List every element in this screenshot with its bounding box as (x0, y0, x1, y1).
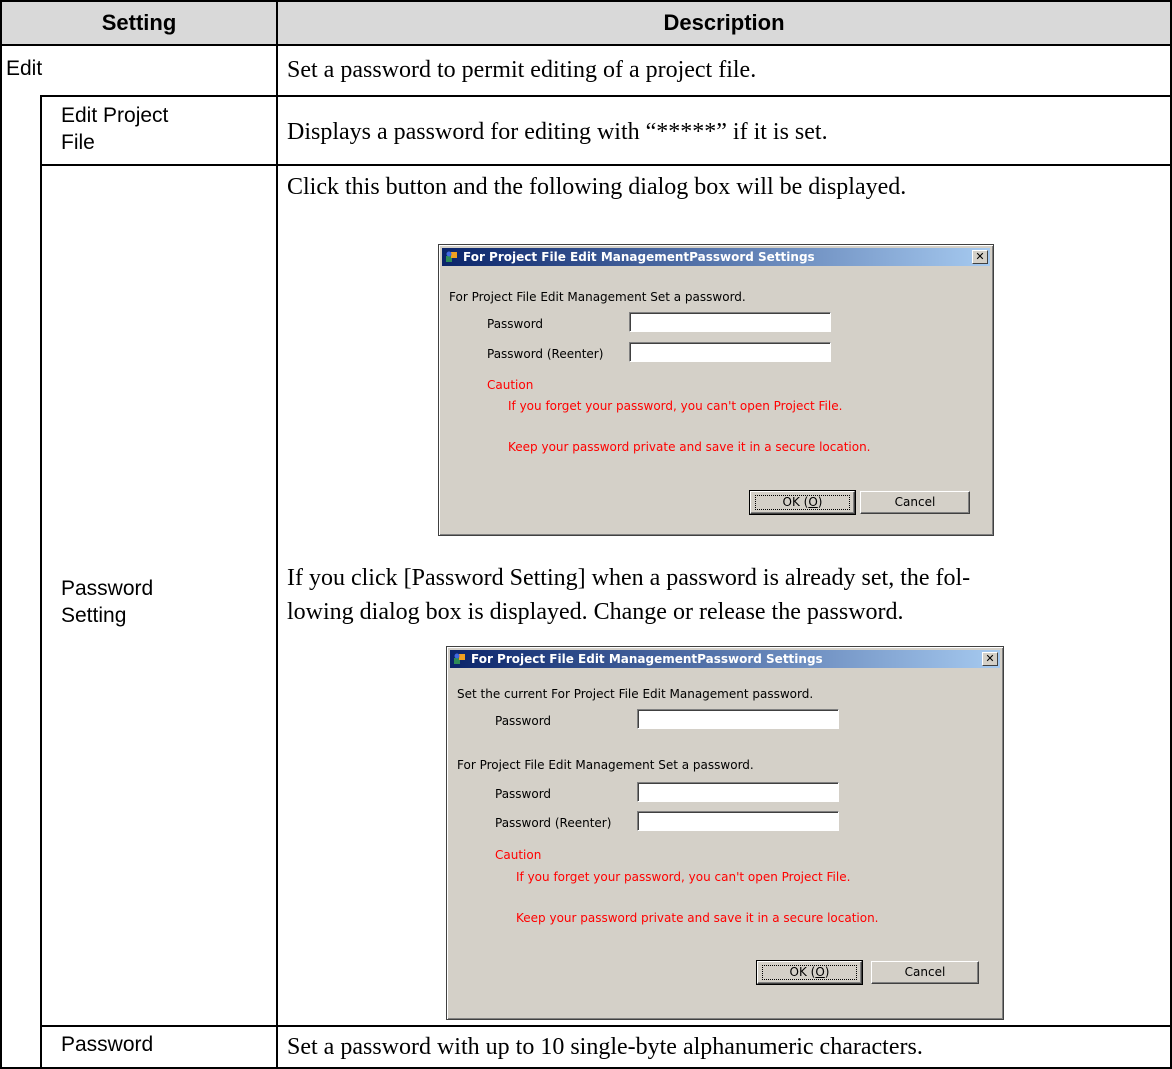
header-description: Description (663, 10, 785, 35)
focus-rectangle (762, 965, 857, 980)
table-border-left (0, 0, 2, 1069)
caution-label: Caution (487, 378, 534, 392)
dialog-title: For Project File Edit ManagementPassword… (463, 250, 815, 264)
caution-label: Caution (495, 848, 542, 862)
project-tool-icon (446, 251, 457, 262)
description-edit-project-file: Displays a password for editing with “**… (287, 119, 828, 145)
cancel-button[interactable]: Cancel (871, 961, 979, 984)
current-password-input[interactable] (637, 709, 839, 729)
dialog-prompt: For Project File Edit Management Set a p… (457, 758, 754, 772)
table-border-top (0, 0, 1172, 2)
dialog-title: For Project File Edit ManagementPassword… (471, 652, 823, 666)
password-label: Password (495, 787, 552, 801)
description-password: Set a password with up to 10 single-byte… (287, 1034, 923, 1060)
setting-password-setting-line2: Setting (61, 604, 127, 627)
password-reenter-label: Password (Reenter) (487, 347, 604, 361)
row-divider-3 (40, 1025, 1172, 1027)
caution-line-1: If you forget your password, you can't o… (508, 399, 843, 413)
description-password-setting-mid-line1: If you click [Password Setting] when a p… (287, 565, 971, 591)
setting-password-setting-line1: Password (61, 577, 154, 600)
setting-password: Password (61, 1033, 154, 1056)
cancel-button[interactable]: Cancel (860, 491, 970, 514)
ok-button[interactable]: OK (O) (749, 490, 856, 515)
description-password-setting-intro: Click this button and the following dial… (287, 174, 907, 200)
close-icon[interactable]: ✕ (972, 250, 988, 264)
caution-line-1: If you forget your password, you can't o… (516, 870, 851, 884)
current-password-prompt: Set the current For Project File Edit Ma… (457, 687, 814, 701)
header-setting: Setting (101, 10, 177, 35)
ok-button[interactable]: OK (O) (756, 960, 863, 985)
column-divider (276, 0, 278, 1069)
dialog-prompt: For Project File Edit Management Set a p… (449, 290, 746, 304)
project-tool-icon (454, 653, 465, 664)
description-edit: Set a password to permit editing of a pr… (287, 57, 757, 83)
dialog-titlebar[interactable]: For Project File Edit ManagementPassword… (442, 248, 990, 266)
password-input[interactable] (637, 782, 839, 802)
password-reenter-input[interactable] (629, 342, 831, 362)
password-settings-dialog: For Project File Edit ManagementPassword… (438, 244, 994, 536)
setting-edit-project-file-line2: File (61, 131, 95, 154)
description-password-setting-mid-line2: lowing dialog box is displayed. Change o… (287, 599, 904, 625)
setting-edit: Edit (6, 57, 43, 80)
setting-edit-project-file-line1: Edit Project (61, 104, 169, 127)
indent-divider (40, 95, 42, 1069)
password-input[interactable] (629, 312, 831, 332)
password-reenter-input[interactable] (637, 811, 839, 831)
caution-line-2: Keep your password private and save it i… (508, 440, 871, 454)
header-divider (0, 44, 1172, 46)
close-icon[interactable]: ✕ (982, 652, 998, 666)
password-label: Password (487, 317, 544, 331)
row-divider-1 (40, 95, 1172, 97)
focus-rectangle (755, 495, 850, 510)
row-divider-2 (40, 164, 1172, 166)
dialog-titlebar[interactable]: For Project File Edit ManagementPassword… (450, 650, 1000, 668)
password-reenter-label: Password (Reenter) (495, 816, 612, 830)
caution-line-2: Keep your password private and save it i… (516, 911, 879, 925)
change-password-dialog: For Project File Edit ManagementPassword… (446, 646, 1004, 1020)
current-password-label: Password (495, 714, 552, 728)
